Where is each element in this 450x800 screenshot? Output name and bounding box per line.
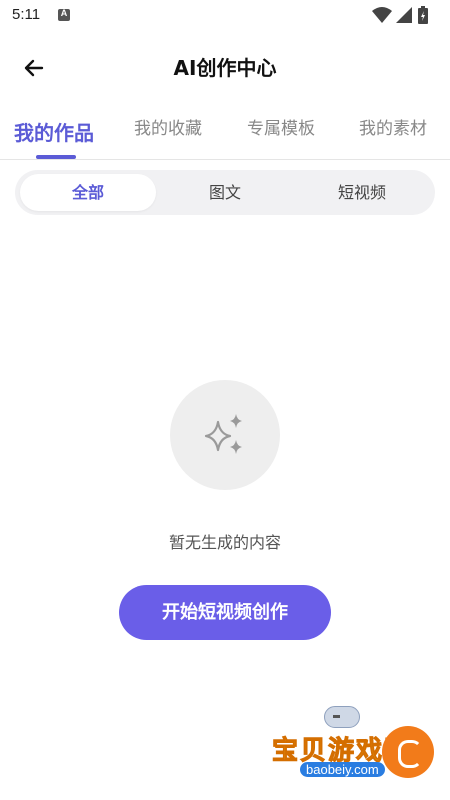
signal-icon — [396, 7, 412, 23]
wifi-icon — [372, 7, 392, 23]
status-bar: 5:11 A — [0, 0, 450, 32]
tab-my-favorites[interactable]: 我的收藏 — [134, 114, 202, 139]
tab-my-materials[interactable]: 我的素材 — [359, 114, 427, 139]
watermark-url: baobeiy.com — [300, 762, 385, 777]
status-time: 5:11 — [12, 6, 41, 23]
app-header: AI创作中心 — [0, 40, 450, 92]
active-tab-indicator — [36, 155, 76, 159]
content-filter: 全部 图文 短视频 — [15, 170, 435, 215]
tab-exclusive-templates[interactable]: 专属模板 — [247, 114, 315, 139]
page-title: AI创作中心 — [173, 56, 277, 80]
tab-bar: 我的作品 我的收藏 专属模板 我的素材 — [0, 104, 450, 160]
battery-icon — [418, 6, 428, 24]
gamepad-icon — [324, 706, 360, 728]
filter-short-video[interactable]: 短视频 — [294, 174, 430, 211]
tab-my-works[interactable]: 我的作品 — [14, 117, 94, 146]
filter-all[interactable]: 全部 — [20, 174, 156, 211]
start-video-creation-button[interactable]: 开始短视频创作 — [119, 585, 331, 640]
floating-action-icon[interactable] — [382, 726, 434, 778]
empty-state-illustration — [170, 380, 280, 490]
status-icons — [372, 6, 442, 26]
empty-state-message: 暂无生成的内容 — [168, 533, 281, 552]
filter-image-text[interactable]: 图文 — [157, 174, 293, 211]
sparkle-icon — [204, 414, 242, 454]
watermark: 宝贝游戏网 baobeiy.com — [271, 700, 442, 790]
notification-icon: A — [58, 8, 70, 21]
